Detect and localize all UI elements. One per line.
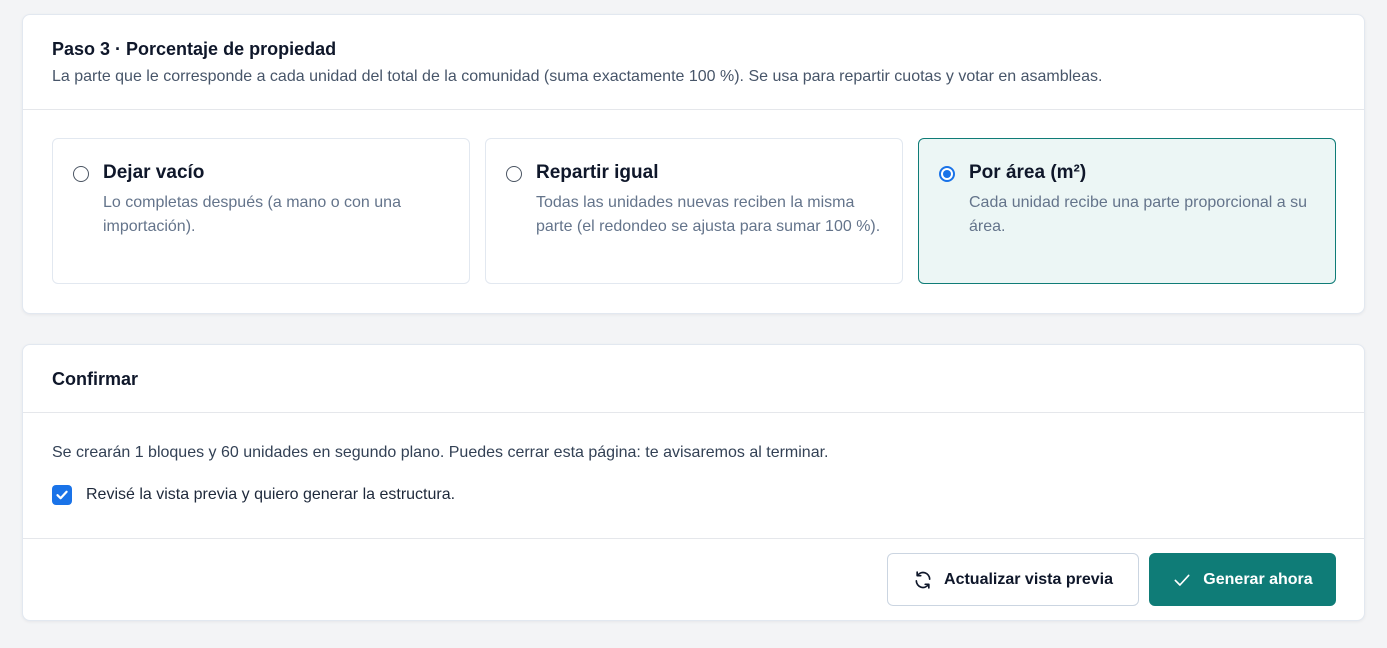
option-split-equal[interactable]: Repartir igual Todas las unidades nuevas… bbox=[485, 138, 903, 284]
step3-subtitle: La parte que le corresponde a cada unida… bbox=[52, 68, 1103, 85]
radio-leave-empty[interactable] bbox=[73, 166, 89, 182]
generate-now-label: Generar ahora bbox=[1203, 570, 1313, 588]
card-header: Confirmar bbox=[23, 345, 1364, 413]
card-header: Paso 3 · Porcentaje de propiedad La part… bbox=[23, 15, 1364, 110]
refresh-preview-label: Actualizar vista previa bbox=[944, 570, 1113, 588]
confirm-actions: Actualizar vista previa Generar ahora bbox=[887, 553, 1336, 606]
option-title: Repartir igual bbox=[536, 162, 659, 183]
option-title: Por área (m²) bbox=[969, 162, 1087, 183]
radio-by-area[interactable] bbox=[939, 166, 955, 182]
confirm-body: Se crearán 1 bloques y 60 unidades en se… bbox=[23, 413, 1364, 539]
checkmark-icon bbox=[56, 490, 68, 500]
confirm-checkbox[interactable] bbox=[52, 485, 72, 505]
option-description: Todas las unidades nuevas reciben la mis… bbox=[536, 194, 881, 235]
ownership-percentage-card: Paso 3 · Porcentaje de propiedad La part… bbox=[22, 14, 1365, 314]
confirm-checkbox-label: Revisé la vista previa y quiero generar … bbox=[86, 486, 456, 503]
confirm-message: Se crearán 1 bloques y 60 unidades en se… bbox=[52, 444, 829, 461]
confirm-title: Confirmar bbox=[52, 369, 139, 389]
confirm-checkbox-row[interactable]: Revisé la vista previa y quiero generar … bbox=[52, 485, 1335, 505]
refresh-preview-button[interactable]: Actualizar vista previa bbox=[887, 553, 1139, 606]
generate-now-button[interactable]: Generar ahora bbox=[1149, 553, 1336, 606]
radio-split-equal[interactable] bbox=[506, 166, 522, 182]
check-icon bbox=[1174, 574, 1190, 586]
refresh-icon bbox=[915, 570, 931, 589]
step3-title: Paso 3 · Porcentaje de propiedad bbox=[52, 39, 337, 59]
option-description: Cada unidad recibe una parte proporciona… bbox=[969, 194, 1308, 235]
option-by-area[interactable]: Por área (m²) Cada unidad recibe una par… bbox=[918, 138, 1336, 284]
distribution-options: Dejar vacío Lo completas después (a mano… bbox=[52, 138, 1336, 284]
option-description: Lo completas después (a mano o con una i… bbox=[103, 194, 401, 235]
option-leave-empty[interactable]: Dejar vacío Lo completas después (a mano… bbox=[52, 138, 470, 284]
option-title: Dejar vacío bbox=[103, 162, 205, 183]
confirm-card: Confirmar Se crearán 1 bloques y 60 unid… bbox=[22, 344, 1365, 621]
